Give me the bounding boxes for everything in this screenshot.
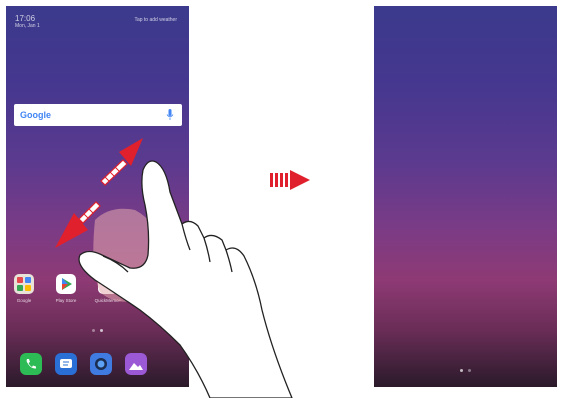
date: Mon, Jan 1 [15, 23, 40, 29]
home-screen-after [374, 6, 557, 387]
app-label-play-store: Play Store [55, 298, 77, 303]
home-screen-before: 17:06 Mon, Jan 1 Tap to add weather Goog… [6, 6, 189, 387]
dock [12, 353, 187, 377]
page-dot [468, 369, 471, 372]
clock: 17:06 [15, 14, 36, 23]
page-dot-active [460, 369, 463, 372]
app-label-camera: Camera [141, 298, 158, 303]
play-store-icon[interactable] [56, 274, 76, 294]
page-indicator [458, 368, 478, 374]
folder-icon[interactable] [14, 274, 34, 294]
google-logo: Google [20, 110, 51, 120]
app-row: Google Play Store QuickMemo+ Camera [12, 274, 187, 306]
page-dot-active [100, 329, 103, 332]
page-dot [92, 329, 95, 332]
camera-icon[interactable] [140, 274, 160, 294]
camera-icon[interactable] [90, 353, 112, 375]
messages-icon[interactable] [55, 353, 77, 375]
google-search-bar[interactable]: Google [14, 104, 182, 126]
mic-icon[interactable] [166, 109, 174, 121]
page-indicator [90, 328, 110, 334]
weather-hint[interactable]: Tap to add weather [134, 17, 177, 23]
gallery-icon[interactable] [125, 353, 147, 375]
memo-icon[interactable] [98, 274, 118, 294]
phone-icon[interactable] [20, 353, 42, 375]
transition-arrow-icon [270, 170, 310, 190]
app-label-google: Google [16, 298, 32, 303]
app-label-quickmemo: QuickMemo+ [94, 298, 122, 303]
